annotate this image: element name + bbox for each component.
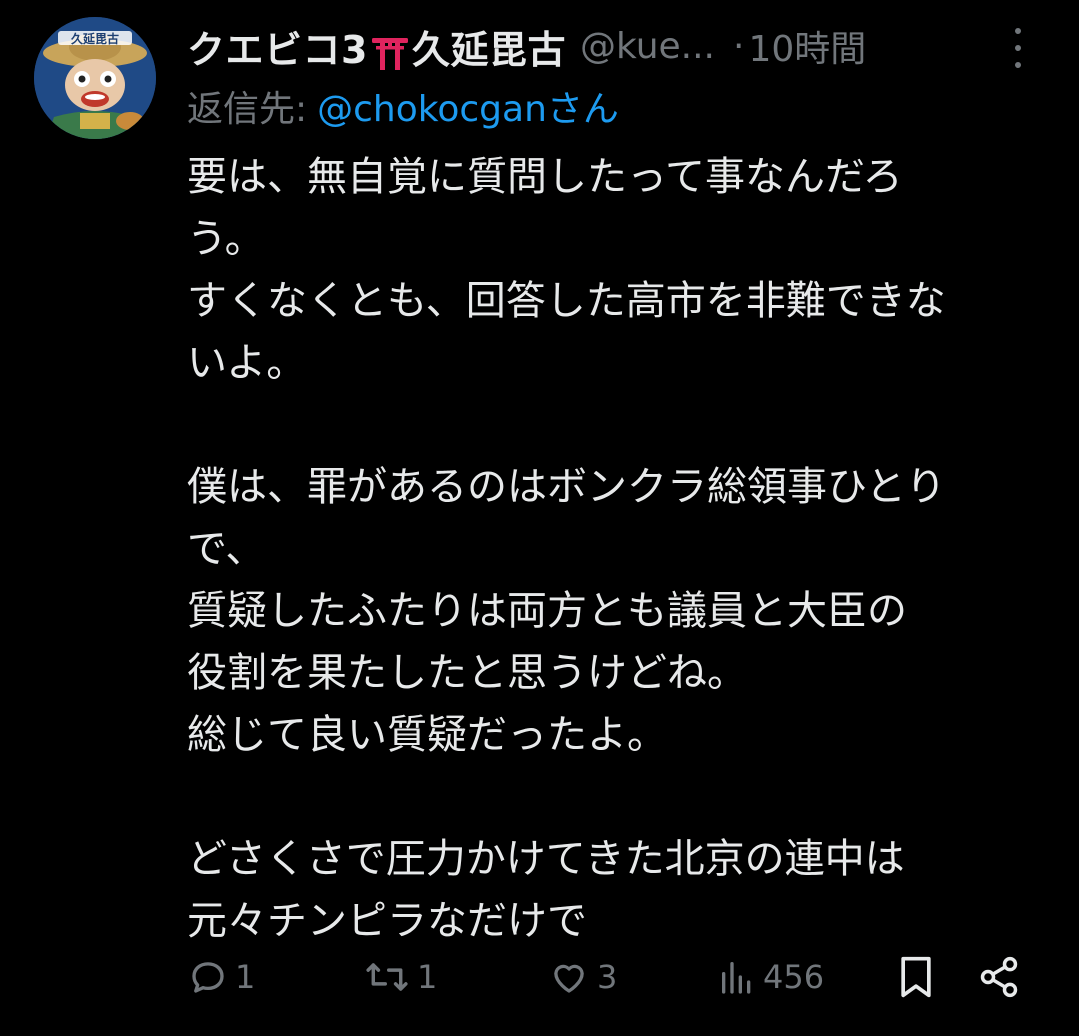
tweet-header: クエビコ3 久延毘古 @kue... · 10時間 bbox=[187, 18, 866, 74]
reply-button[interactable]: 1 bbox=[187, 950, 255, 1004]
tweet-text-line: う。 bbox=[187, 216, 265, 262]
separator-dot: · bbox=[733, 25, 745, 67]
display-name-part2: 久延毘古 bbox=[411, 27, 566, 72]
tweet-text-line: いよ。 bbox=[187, 340, 307, 386]
views-count: 456 bbox=[763, 958, 825, 996]
torii-icon bbox=[371, 38, 408, 70]
reply-context: 返信先: @chokocganさん bbox=[187, 80, 619, 132]
like-button[interactable]: 3 bbox=[547, 950, 617, 1004]
tweet-text-line: で、 bbox=[187, 526, 266, 572]
more-icon[interactable] bbox=[1003, 28, 1033, 68]
bookmark-button[interactable] bbox=[897, 950, 935, 1004]
reply-target-link[interactable]: @chokocganさん bbox=[317, 80, 619, 132]
author-handle[interactable]: @kue... bbox=[580, 26, 715, 67]
action-bar: 1 1 3 456 bbox=[187, 950, 1037, 1004]
tweet-text: 要は、無自覚に質問したって事なんだろ う。すくなくとも、回答した高市を非難できない… bbox=[187, 146, 1057, 952]
display-name[interactable]: クエビコ3 久延毘古 bbox=[187, 19, 566, 74]
timestamp[interactable]: 10時間 bbox=[748, 20, 866, 72]
tweet-text-line: 元々チンピラなだけで bbox=[187, 898, 587, 944]
reply-count: 1 bbox=[235, 958, 256, 996]
avatar[interactable]: 久延毘古 bbox=[34, 17, 156, 139]
tweet-text-line: 僕は、罪があるのはボンクラ総領事ひとり bbox=[187, 464, 946, 510]
reply-icon bbox=[192, 962, 224, 993]
retweet-icon bbox=[366, 963, 408, 991]
retweet-button[interactable]: 1 bbox=[363, 950, 437, 1004]
tweet-text-line: 質疑したふたりは両方とも議員と大臣の bbox=[187, 588, 907, 634]
reply-prefix: 返信先: bbox=[187, 89, 308, 130]
retweet-count: 1 bbox=[417, 958, 438, 996]
views-icon bbox=[722, 962, 751, 994]
tweet-text-line: 総じて良い質疑だったよ。 bbox=[187, 712, 667, 758]
tweet-text-line: すくなくとも、回答した高市を非難できな bbox=[187, 278, 946, 324]
avatar-illustration: 久延毘古 bbox=[34, 17, 156, 139]
share-icon bbox=[980, 956, 1018, 998]
like-count: 3 bbox=[597, 958, 618, 996]
avatar-text: 久延毘古 bbox=[71, 31, 119, 46]
share-button[interactable] bbox=[977, 950, 1021, 1004]
bookmark-icon bbox=[901, 956, 931, 998]
tweet-text-line: どさくさで圧力かけてきた北京の連中は bbox=[187, 836, 905, 882]
tweet-text-line: 役割を果たしたと思うけどね。 bbox=[187, 650, 747, 696]
heart-icon bbox=[554, 964, 584, 993]
views-button[interactable]: 456 bbox=[717, 950, 824, 1004]
display-name-part1: クエビコ3 bbox=[187, 27, 368, 72]
tweet-text-line: 要は、無自覚に質問したって事なんだろ bbox=[187, 154, 903, 200]
